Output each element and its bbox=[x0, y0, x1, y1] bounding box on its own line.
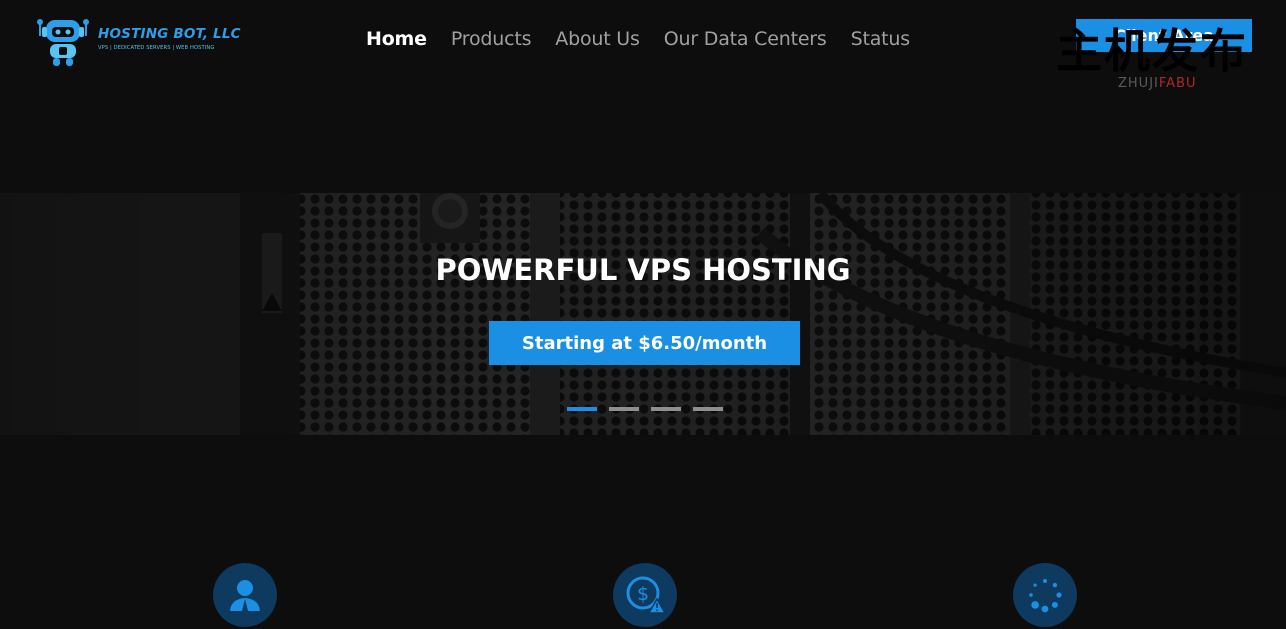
site-header: HOSTING BOT, LLC VPS | DEDICATED SERVERS… bbox=[0, 0, 1286, 91]
hero-title: POWERFUL VPS HOSTING bbox=[435, 253, 851, 287]
nav-item-products[interactable]: Products bbox=[451, 28, 532, 50]
slider-dot-2[interactable] bbox=[609, 407, 639, 411]
logo-text: HOSTING BOT, LLC VPS | DEDICATED SERVERS… bbox=[98, 26, 241, 51]
client-area-button[interactable]: Client Area bbox=[1076, 19, 1252, 52]
main-nav: Home Products About Us Our Data Centers … bbox=[366, 28, 934, 50]
loading-spinner-icon bbox=[1029, 579, 1062, 613]
feature-user-circle bbox=[213, 563, 277, 627]
slider-dot-1[interactable] bbox=[567, 407, 597, 411]
feature-speed-circle bbox=[1013, 563, 1077, 627]
hero-slider: POWERFUL VPS HOSTING Starting at $6.50/m… bbox=[0, 193, 1286, 435]
nav-item-about-us[interactable]: About Us bbox=[555, 28, 640, 50]
brand-name: HOSTING BOT, LLC bbox=[98, 26, 241, 42]
brand-logo[interactable]: HOSTING BOT, LLC VPS | DEDICATED SERVERS… bbox=[34, 14, 241, 68]
watermark-sub-b: FABU bbox=[1158, 76, 1197, 91]
slider-dot-4[interactable] bbox=[693, 407, 723, 411]
watermark-sub-a: ZHUJI bbox=[1118, 76, 1159, 91]
svg-text:$: $ bbox=[637, 583, 649, 605]
slider-dot-3[interactable] bbox=[651, 407, 681, 411]
nav-item-status[interactable]: Status bbox=[851, 28, 911, 50]
hero-background-image bbox=[0, 193, 1286, 435]
nav-item-data-centers[interactable]: Our Data Centers bbox=[664, 28, 827, 50]
nav-item-home[interactable]: Home bbox=[366, 28, 427, 50]
feature-pricing-circle: $ bbox=[613, 563, 677, 627]
robot-logo-icon bbox=[34, 14, 92, 68]
watermark-subtext: ZHUJIFABU bbox=[1118, 76, 1197, 91]
page: HOSTING BOT, LLC VPS | DEDICATED SERVERS… bbox=[0, 0, 1286, 629]
starting-price-button[interactable]: Starting at $6.50/month bbox=[489, 321, 800, 365]
dollar-warning-icon: $ bbox=[626, 576, 667, 614]
slider-pagination bbox=[567, 407, 735, 411]
brand-tagline: VPS | DEDICATED SERVERS | WEB HOSTING bbox=[98, 45, 215, 51]
user-icon bbox=[230, 580, 260, 611]
